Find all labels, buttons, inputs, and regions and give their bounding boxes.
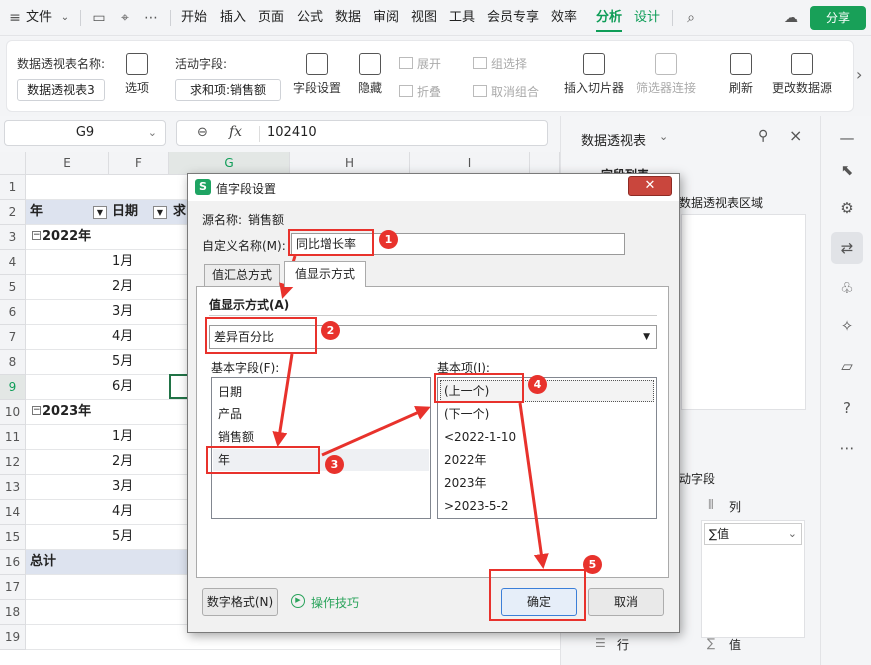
annotation-box-1 (288, 229, 374, 256)
tab-show-values-as[interactable]: 值显示方式 (284, 261, 366, 287)
annotation-badge-1: 1 (379, 230, 398, 249)
annotation-badge-4: 4 (528, 375, 547, 394)
annotation-badge-3: 3 (325, 455, 344, 474)
annotation-box-3 (206, 446, 320, 474)
annotation-badge-2: 2 (321, 321, 340, 340)
annotation-box-4 (434, 373, 524, 403)
annotation-arrows (272, 255, 549, 569)
annotation-box-5 (489, 569, 586, 621)
annotation-badge-5: 5 (583, 555, 602, 574)
annotation-box-2 (205, 317, 317, 354)
